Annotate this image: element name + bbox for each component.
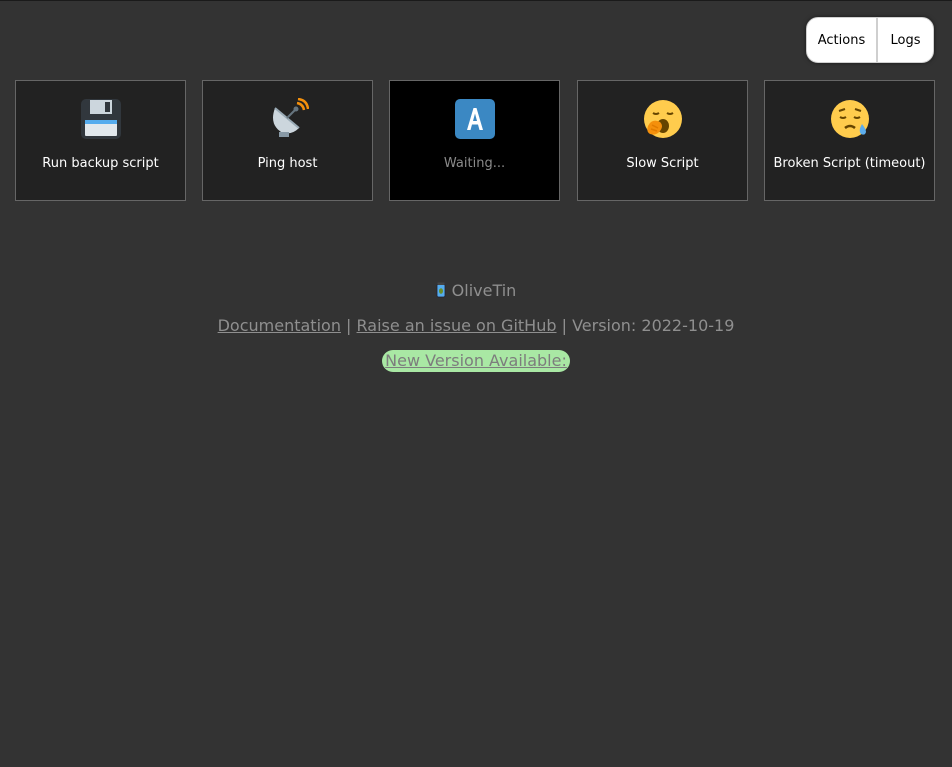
yawning-face-icon [578,97,747,141]
footer: OliveTin Documentation | Raise an issue … [0,279,952,373]
olive-jar-icon [436,281,446,305]
action-button-broken-script-timeout[interactable]: Broken Script (timeout) [764,80,935,201]
documentation-link[interactable]: Documentation [218,316,341,335]
satellite-antenna-icon [203,97,372,141]
app-title: OliveTin [0,279,952,303]
footer-links: Documentation | Raise an issue on GitHub… [0,314,952,338]
actions-grid: Run backup script Ping host Waiting... S… [15,80,935,201]
floppy-disk-icon [16,97,185,141]
action-label: Slow Script [626,156,699,171]
new-version-row: New Version Available: [0,349,952,373]
github-issue-link[interactable]: Raise an issue on GitHub [357,316,557,335]
action-button-slow-script[interactable]: Slow Script [577,80,748,201]
sleepy-face-icon [765,97,934,141]
action-button-ping-host[interactable]: Ping host [202,80,373,201]
logs-tab[interactable]: Logs [878,18,933,62]
letter-a-icon [390,97,559,141]
separator: | [561,316,567,335]
action-button-run-backup-script[interactable]: Run backup script [15,80,186,201]
action-label: Waiting... [443,156,506,171]
action-label: Run backup script [42,156,159,171]
action-button-waiting[interactable]: Waiting... [389,80,560,201]
separator: | [346,316,352,335]
new-version-link[interactable]: New Version Available: [382,350,570,372]
action-label: Ping host [257,156,318,171]
action-label: Broken Script (timeout) [773,156,926,171]
actions-tab[interactable]: Actions [807,18,878,62]
version-text: Version: 2022-10-19 [572,316,735,335]
section-switcher: Actions Logs [806,17,934,63]
app-name: OliveTin [451,281,517,300]
